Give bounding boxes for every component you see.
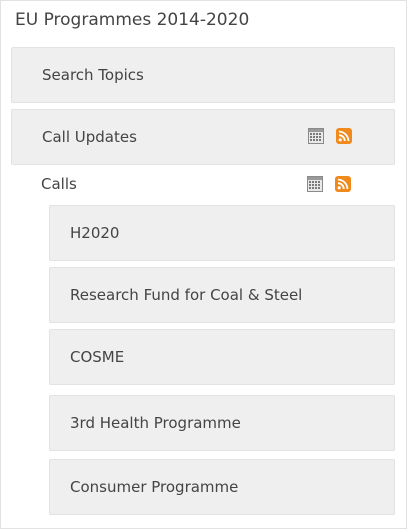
coal-steel-fund-button[interactable]: Research Fund for Coal & Steel: [49, 267, 395, 323]
call-updates-label: Call Updates: [42, 128, 137, 146]
h2020-button[interactable]: H2020: [49, 205, 395, 261]
search-topics-label: Search Topics: [42, 66, 144, 84]
eu-programmes-panel: EU Programmes 2014-2020 Search Topics Ca…: [0, 0, 407, 529]
consumer-programme-button[interactable]: Consumer Programme: [49, 459, 395, 515]
rss-icon[interactable]: [335, 176, 351, 192]
sub-item-label: H2020: [70, 224, 120, 242]
sub-item-label: COSME: [70, 348, 125, 366]
calls-label: Calls: [41, 175, 77, 193]
calendar-icon[interactable]: [308, 128, 324, 144]
cosme-button[interactable]: COSME: [49, 329, 395, 385]
calendar-icon[interactable]: [307, 176, 323, 192]
sub-item-label: Consumer Programme: [70, 478, 239, 496]
sub-item-label: Research Fund for Coal & Steel: [70, 286, 303, 304]
call-updates-button[interactable]: Call Updates: [11, 109, 395, 165]
calls-row[interactable]: Calls: [11, 167, 395, 201]
search-topics-button[interactable]: Search Topics: [11, 47, 395, 103]
health-programme-button[interactable]: 3rd Health Programme: [49, 395, 395, 451]
rss-icon[interactable]: [336, 128, 352, 144]
panel-title: EU Programmes 2014-2020: [15, 10, 250, 30]
sub-item-label: 3rd Health Programme: [70, 414, 241, 432]
